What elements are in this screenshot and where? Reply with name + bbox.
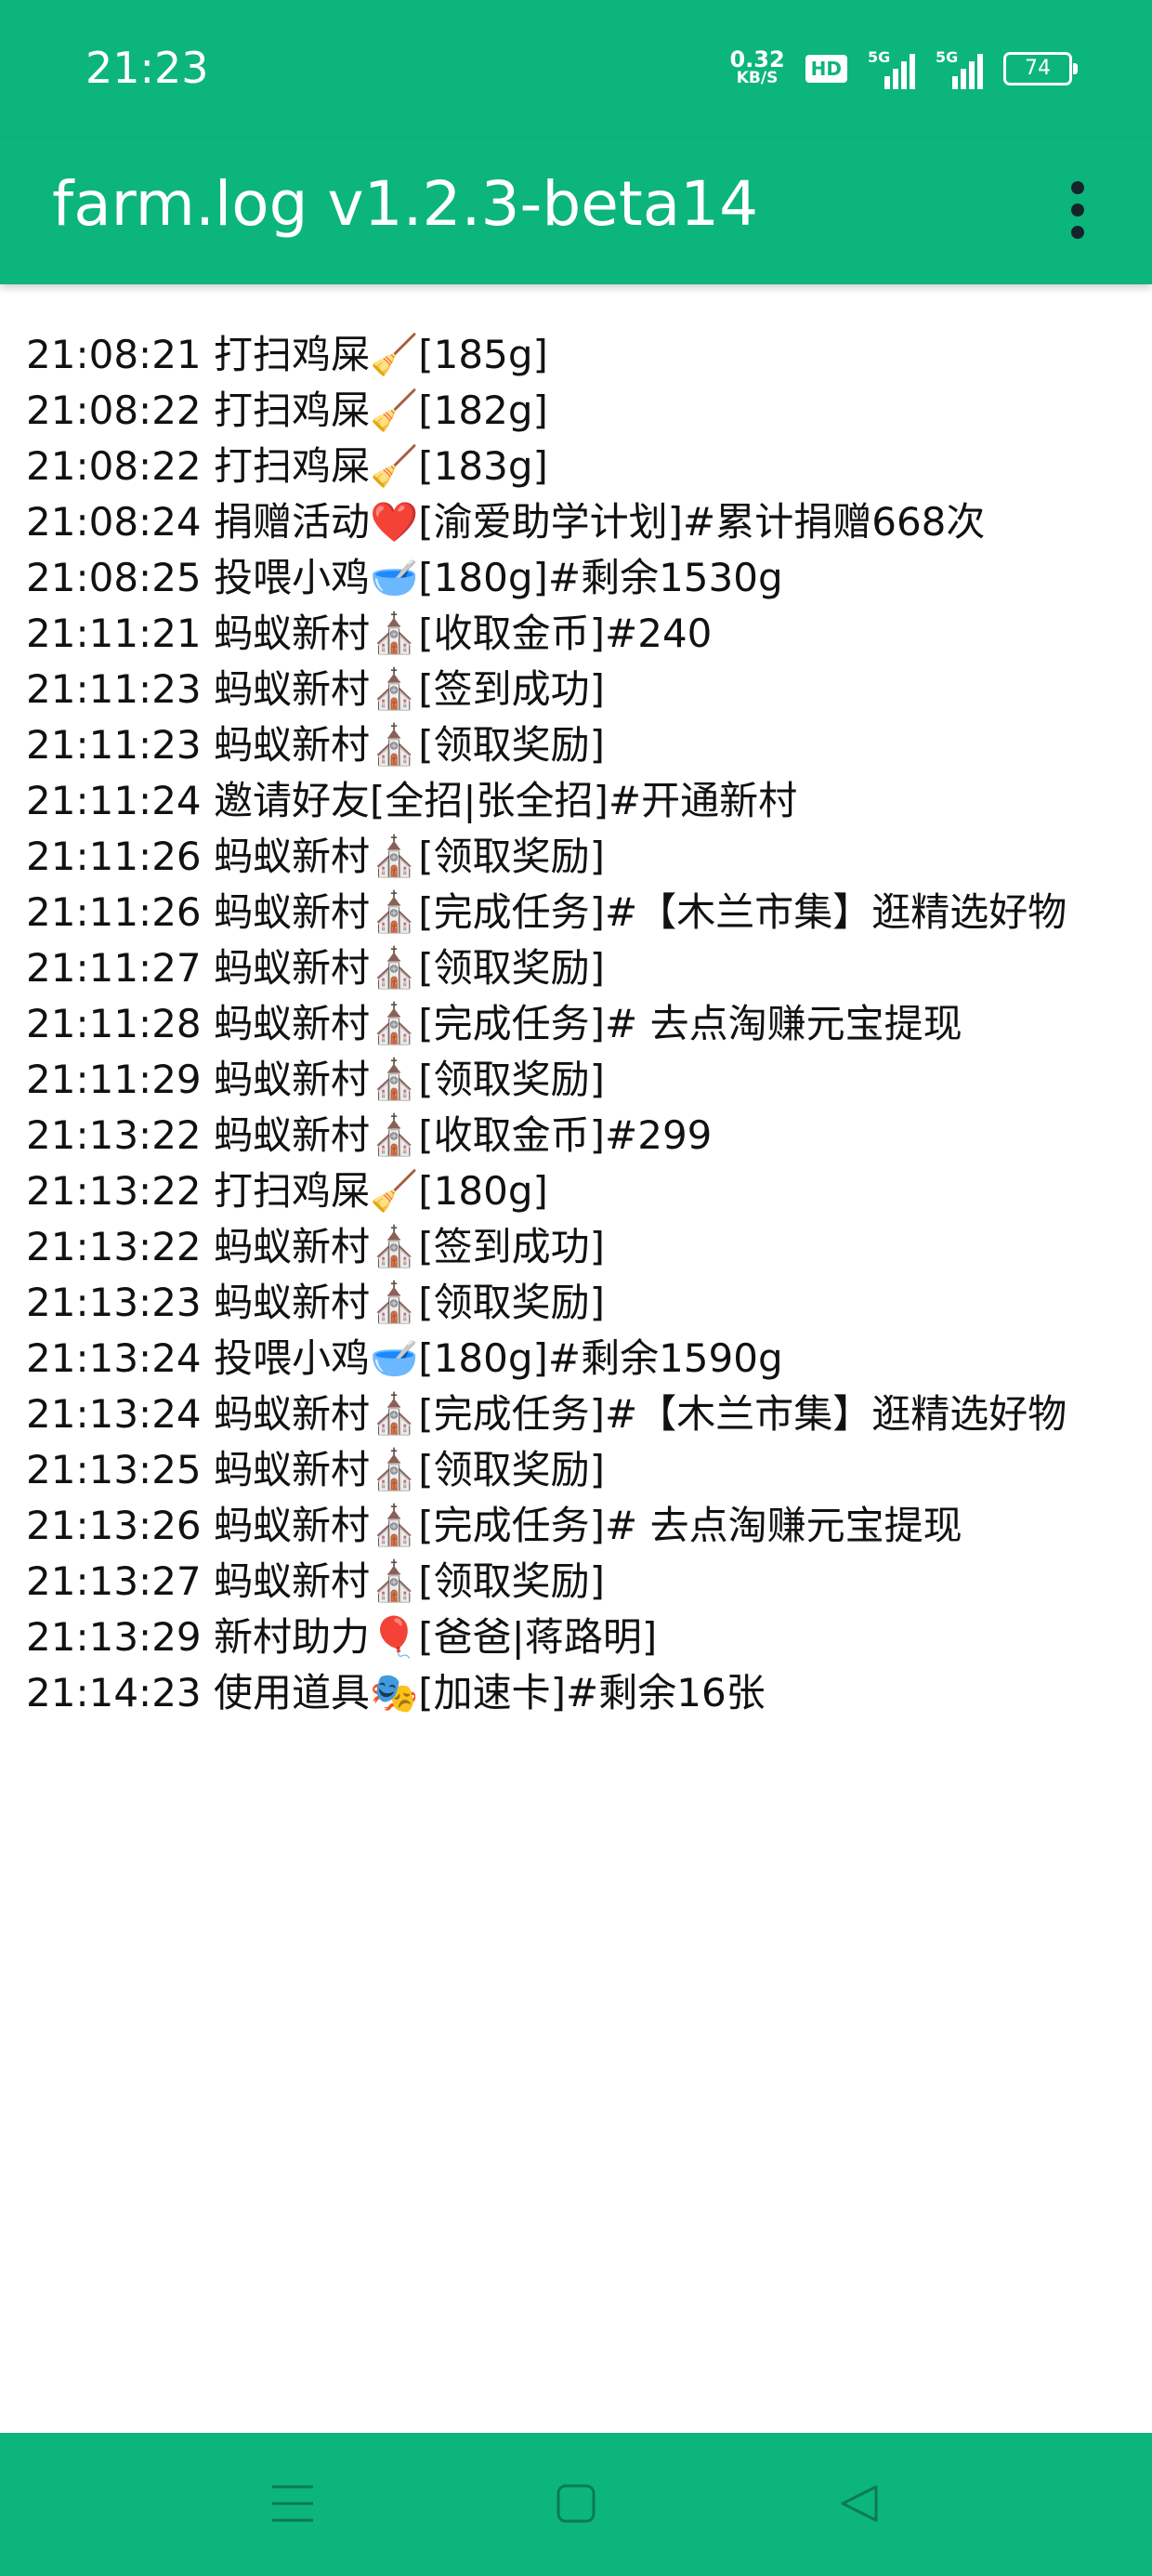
back-triangle-icon [841,2485,878,2522]
back-button[interactable] [822,2466,897,2541]
log-line: 21:11:24 邀请好友[全招|张全招]#开通新村 [26,778,798,823]
more-vert-icon [1071,181,1084,194]
recent-apps-button[interactable] [255,2466,330,2541]
signal-label: 5G [868,48,891,66]
app-title: farm.log v1.2.3-beta14 [52,168,759,240]
log-line: 21:08:21 打扫鸡屎🧹[185g] [26,332,548,377]
log-line: 21:11:21 蚂蚁新村⛪[收取金币]#240 [26,611,713,656]
log-line: 21:08:22 打扫鸡屎🧹[182g] [26,388,548,433]
log-line: 21:13:29 新村助力🎈[爸爸|蒋路明] [26,1614,658,1660]
signal-5g-icon-2: 5G [936,48,983,89]
hd-voice-icon: HD [805,55,847,83]
network-speed-unit: KB/S [736,69,779,87]
menu-lines-icon [272,2485,313,2522]
log-line: 21:13:26 蚂蚁新村⛪[完成任务]# 去点淘赚元宝提现 [26,1503,962,1548]
log-line: 21:13:24 投喂小鸡🥣[180g]#剩余1590g [26,1335,783,1381]
more-vert-icon-dot [1071,226,1084,239]
log-line: 21:14:23 使用道具🎭[加速卡]#剩余16张 [26,1670,766,1715]
navigation-bar [0,2433,1152,2576]
log-content: 21:08:21 打扫鸡屎🧹[185g] 21:08:22 打扫鸡屎🧹[182g]… [26,327,1132,1721]
log-line: 21:11:26 蚂蚁新村⛪[完成任务]#【木兰市集】逛精选好物 [26,889,1067,935]
log-line: 21:11:23 蚂蚁新村⛪[签到成功] [26,666,606,712]
log-line: 21:11:26 蚂蚁新村⛪[领取奖励] [26,834,606,879]
network-speed-value: 0.32 [729,46,785,72]
log-line: 21:13:27 蚂蚁新村⛪[领取奖励] [26,1558,606,1604]
battery-icon: 74 [1003,52,1078,85]
log-line: 21:08:25 投喂小鸡🥣[180g]#剩余1530g [26,555,783,600]
log-line: 21:11:27 蚂蚁新村⛪[领取奖励] [26,945,606,991]
log-line: 21:08:22 打扫鸡屎🧹[183g] [26,443,548,489]
status-bar: 21:23 0.32 KB/S HD 5G 5G 74 [0,0,1152,139]
log-line: 21:13:22 打扫鸡屎🧹[180g] [26,1168,548,1214]
app-bar: farm.log v1.2.3-beta14 [0,139,1152,284]
log-line: 21:08:24 捐赠活动❤️[渝爱助学计划]#累计捐赠668次 [26,499,986,545]
log-line: 21:13:25 蚂蚁新村⛪[领取奖励] [26,1447,606,1492]
log-line: 21:11:29 蚂蚁新村⛪[领取奖励] [26,1057,606,1102]
home-square-icon [556,2484,596,2523]
status-icons: 0.32 KB/S HD 5G 5G 74 [729,43,1078,95]
signal-label: 5G [936,48,959,66]
log-line: 21:11:23 蚂蚁新村⛪[领取奖励] [26,722,606,768]
network-speed-indicator: 0.32 KB/S [729,46,785,87]
log-line: 21:11:28 蚂蚁新村⛪[完成任务]# 去点淘赚元宝提现 [26,1001,962,1046]
log-line: 21:13:24 蚂蚁新村⛪[完成任务]#【木兰市集】逛精选好物 [26,1391,1067,1437]
log-line: 21:13:23 蚂蚁新村⛪[领取奖励] [26,1280,606,1325]
more-vert-icon-dot [1071,204,1084,217]
log-line: 21:13:22 蚂蚁新村⛪[签到成功] [26,1224,606,1269]
log-line: 21:13:22 蚂蚁新村⛪[收取金币]#299 [26,1112,713,1158]
more-options-button[interactable] [1041,164,1115,256]
signal-5g-icon-1: 5G [868,48,915,89]
status-time: 21:23 [85,43,209,93]
home-button[interactable] [539,2466,613,2541]
